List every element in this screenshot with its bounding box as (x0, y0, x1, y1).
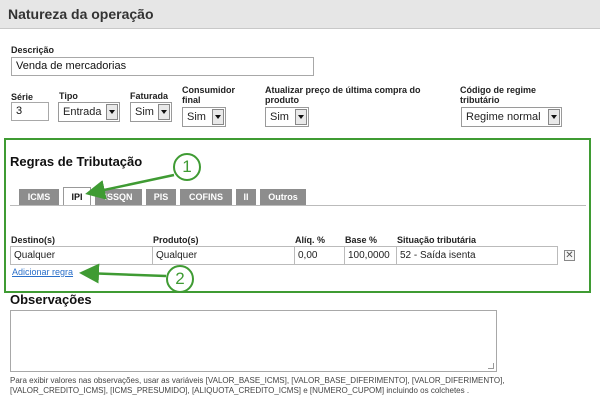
observations-help-text: Para exibir valores nas observações, usa… (10, 376, 505, 395)
resize-handle-icon[interactable] (488, 363, 494, 369)
callout-1-arrow (85, 173, 175, 200)
observations-title: Observações (10, 292, 92, 307)
observations-textarea[interactable] (10, 310, 497, 372)
callout-2-arrow (79, 263, 167, 284)
